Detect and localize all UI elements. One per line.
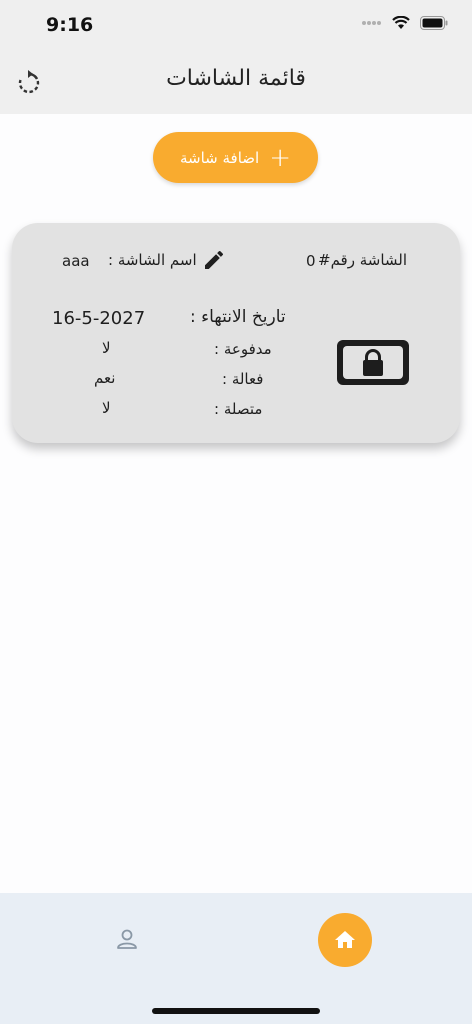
status-bar: 9:16	[0, 0, 472, 50]
screen-number-value: 0	[306, 252, 316, 270]
nav-profile[interactable]	[114, 927, 140, 953]
battery-icon	[420, 16, 448, 30]
person-icon	[117, 929, 137, 949]
status-icons	[362, 16, 448, 30]
paid-value: لا	[102, 339, 111, 357]
expiry-label: تاريخ الانتهاء :	[190, 307, 286, 327]
add-screen-button[interactable]: + اضافة شاشة	[153, 132, 318, 183]
pencil-icon[interactable]	[202, 248, 226, 272]
locked-screen-icon	[337, 340, 409, 385]
active-value: نعم	[94, 369, 116, 387]
bottom-nav	[0, 893, 472, 1024]
nav-home[interactable]	[318, 913, 372, 967]
plus-icon: +	[269, 142, 292, 173]
home-icon	[335, 931, 355, 948]
screen-name-label: اسم الشاشة :	[108, 251, 197, 269]
screen-name-value: aaa	[62, 252, 90, 270]
paid-label: مدفوعة :	[214, 340, 272, 358]
connected-label: متصلة :	[214, 400, 263, 418]
connected-value: لا	[102, 399, 111, 417]
screen-card[interactable]: الشاشة رقم# 0 اسم الشاشة : aaa تاريخ الا…	[12, 223, 460, 443]
signal-icon	[362, 21, 381, 25]
active-label: فعالة :	[222, 370, 264, 388]
add-screen-label: اضافة شاشة	[180, 148, 260, 167]
app-bar: قائمة الشاشات	[0, 50, 472, 114]
status-time: 9:16	[46, 14, 94, 36]
wifi-icon	[392, 16, 410, 29]
lock-icon	[363, 349, 383, 376]
page-title: قائمة الشاشات	[166, 66, 306, 91]
screen-number-label: الشاشة رقم#	[318, 251, 408, 269]
expiry-value: 16-5-2027	[52, 308, 146, 329]
home-indicator	[152, 1008, 320, 1014]
